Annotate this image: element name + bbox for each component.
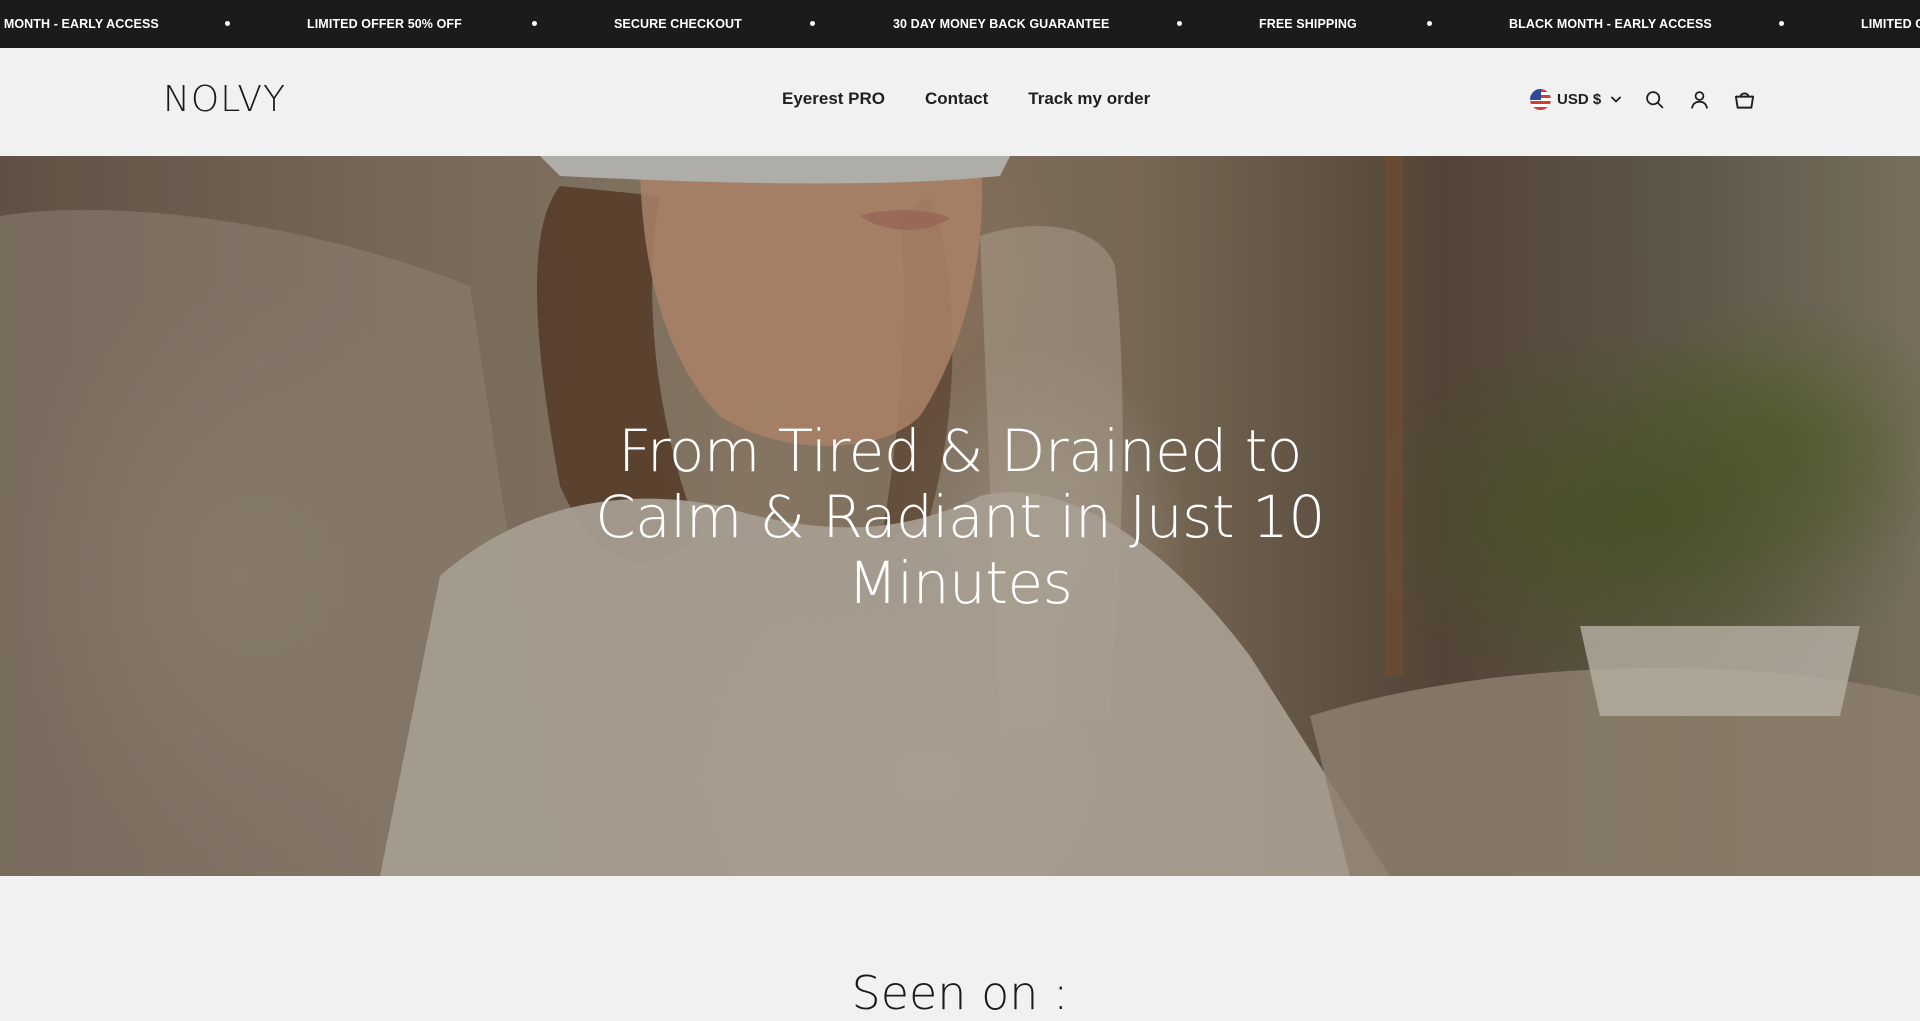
nav-link-track-order[interactable]: Track my order bbox=[1028, 88, 1150, 110]
announcement-item: LIMITED OFFER 50% OFF bbox=[1861, 17, 1920, 31]
nav-link-eyerest-pro[interactable]: Eyerest PRO bbox=[782, 88, 885, 110]
us-flag-icon bbox=[1530, 88, 1551, 110]
announcement-item: BLACK MONTH - EARLY ACCESS bbox=[0, 17, 159, 31]
announcement-item: 30 DAY MONEY BACK GUARANTEE bbox=[893, 17, 1110, 31]
nav-link-contact[interactable]: Contact bbox=[925, 88, 988, 110]
seen-on-heading: Seen on : bbox=[851, 966, 1069, 1020]
announcement-item: SECURE CHECKOUT bbox=[614, 17, 742, 31]
site-header: NOLVY Eyerest PRO Contact Track my order… bbox=[0, 48, 1920, 156]
announcement-item: BLACK MONTH - EARLY ACCESS bbox=[1509, 17, 1712, 31]
announcement-separator bbox=[532, 21, 537, 26]
hero-banner: From Tired & Drained to Calm & Radiant i… bbox=[0, 156, 1920, 876]
currency-selector[interactable]: USD $ bbox=[1530, 88, 1622, 110]
cart-icon[interactable] bbox=[1731, 86, 1757, 112]
header-actions: USD $ bbox=[1530, 86, 1757, 112]
announcement-item: FREE SHIPPING bbox=[1259, 17, 1357, 31]
announcement-separator bbox=[1177, 21, 1182, 26]
announcement-separator bbox=[225, 21, 230, 26]
search-icon[interactable] bbox=[1641, 86, 1667, 112]
main-nav: Eyerest PRO Contact Track my order bbox=[782, 88, 1150, 110]
logo[interactable]: NOLVY bbox=[163, 80, 286, 120]
announcement-bar: BLACK MONTH - EARLY ACCESS LIMITED OFFER… bbox=[0, 0, 1920, 48]
announcement-separator bbox=[810, 21, 815, 26]
announcement-separator bbox=[1779, 21, 1784, 26]
announcement-separator bbox=[1427, 21, 1432, 26]
hero-title: From Tired & Drained to Calm & Radiant i… bbox=[595, 417, 1325, 617]
currency-label: USD $ bbox=[1557, 90, 1602, 108]
account-icon[interactable] bbox=[1686, 86, 1712, 112]
chevron-down-icon bbox=[1611, 96, 1622, 102]
announcement-item: LIMITED OFFER 50% OFF bbox=[307, 17, 462, 31]
